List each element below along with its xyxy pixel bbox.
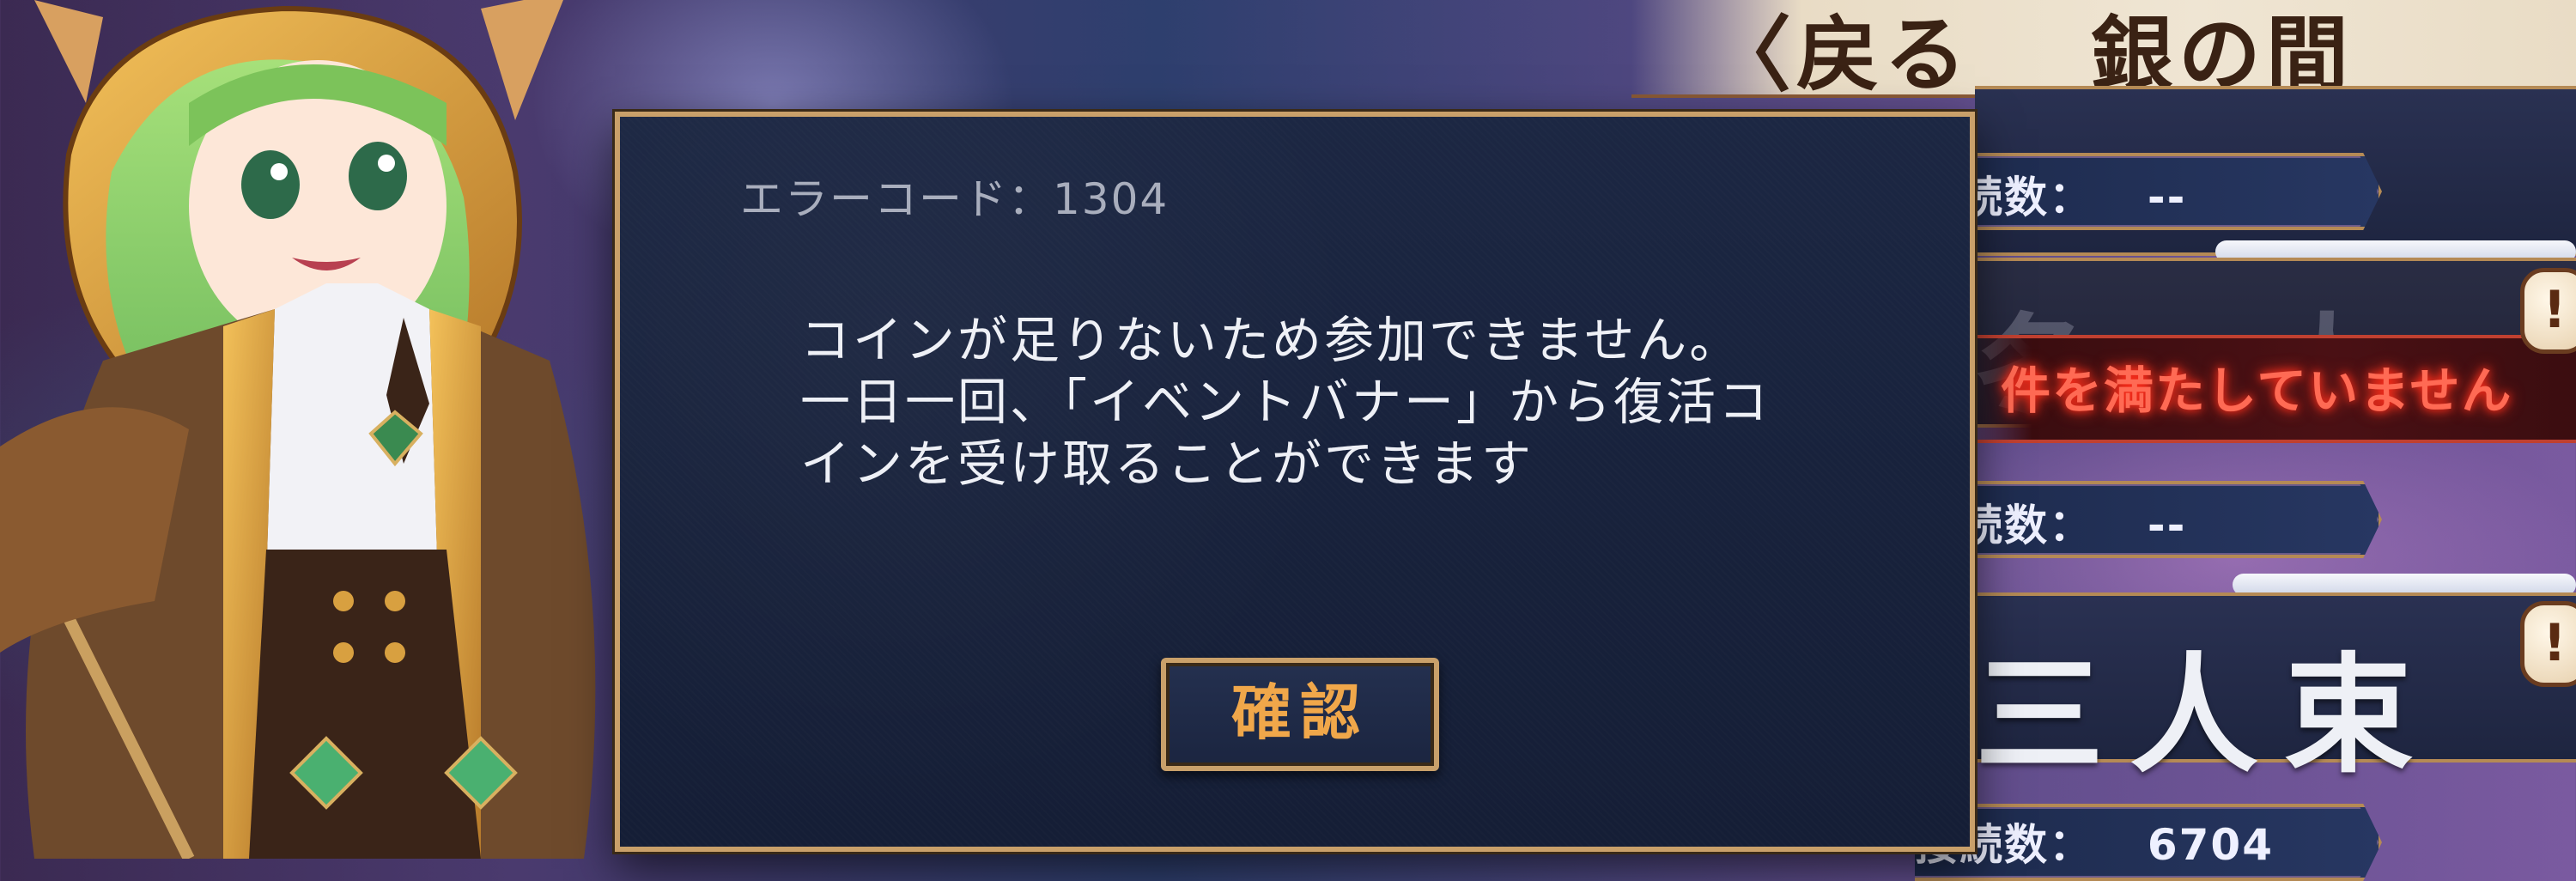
event-card-3-title: 三人束: [1975, 640, 2439, 791]
error-dialog: エラーコード：1304 コインが足りないため参加できません。一日一回、「イベント…: [615, 112, 1975, 852]
confirm-button[interactable]: 確認: [1161, 658, 1439, 771]
stat-value: --: [2147, 173, 2187, 222]
stat-value: 6704: [2147, 820, 2275, 870]
warning-icon[interactable]: !: [2520, 601, 2576, 687]
warning-icon[interactable]: !: [2520, 268, 2576, 354]
back-button[interactable]: 〈戻る: [1709, 6, 1971, 103]
error-code: エラーコード：1304: [740, 174, 1170, 224]
stat-value: --: [2147, 501, 2187, 550]
warning-text: 件を満たしていません: [2001, 362, 2513, 420]
error-message: コインが足りないため参加できません。一日一回、「イベントバナー」から復活コインを…: [800, 311, 1771, 493]
character-illustration: [0, 0, 596, 859]
